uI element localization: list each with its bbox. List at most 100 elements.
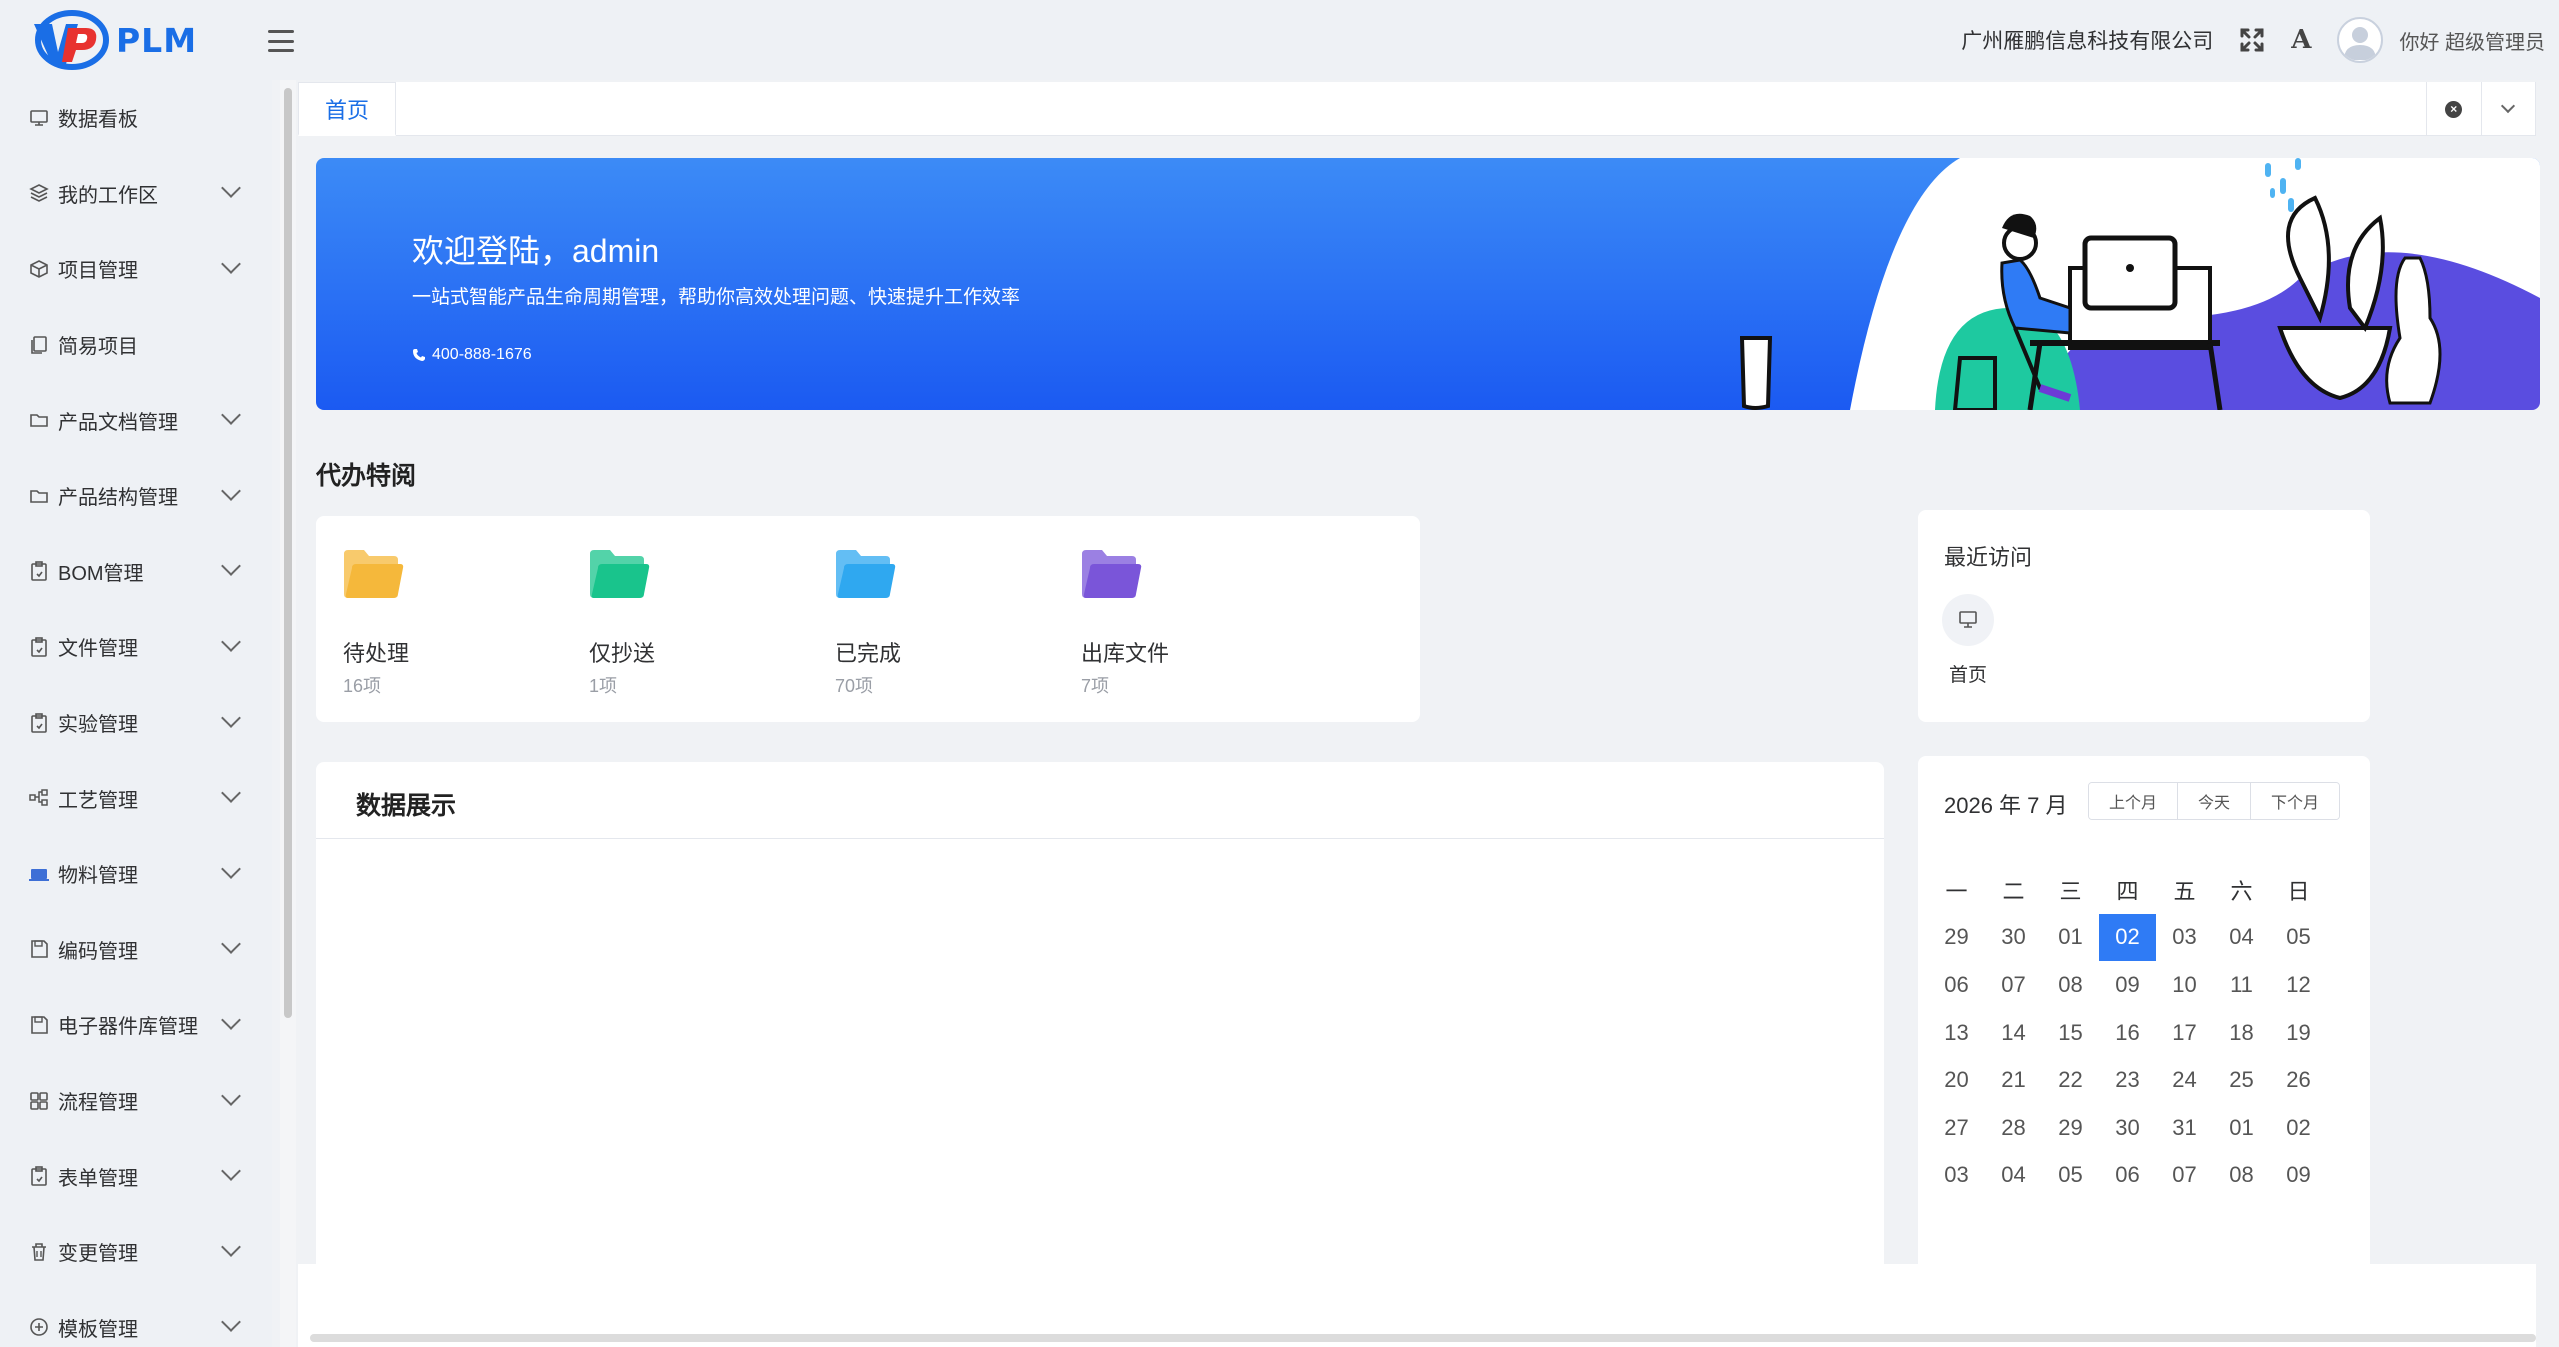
fullscreen-icon[interactable] bbox=[2239, 27, 2265, 53]
divider bbox=[316, 838, 1884, 839]
sidebar-scrollbar[interactable] bbox=[284, 88, 292, 1018]
todo-section-title: 代办特阅 bbox=[316, 462, 417, 490]
calendar-day[interactable]: 12 bbox=[2270, 961, 2327, 1009]
calendar-day[interactable]: 21 bbox=[1985, 1056, 2042, 1104]
menu-toggle-icon[interactable] bbox=[268, 30, 294, 52]
sidebar-item-0[interactable]: 数据看板 bbox=[0, 80, 272, 156]
tab-home[interactable]: 首页 bbox=[298, 82, 396, 136]
calendar-day[interactable]: 05 bbox=[2042, 1152, 2099, 1200]
user-greeting[interactable]: 你好 超级管理员 bbox=[2399, 26, 2545, 55]
calendar-day[interactable]: 07 bbox=[1985, 961, 2042, 1009]
prev-month-button[interactable]: 上个月 bbox=[2089, 783, 2179, 819]
close-tabs-button[interactable]: × bbox=[2427, 82, 2482, 136]
sidebar-item-10[interactable]: 物料管理 bbox=[0, 836, 272, 912]
calendar-day[interactable]: 31 bbox=[2156, 1104, 2213, 1152]
calendar-day[interactable]: 14 bbox=[1985, 1009, 2042, 1057]
chevron-down-icon bbox=[221, 858, 241, 879]
calendar-day[interactable]: 17 bbox=[2156, 1009, 2213, 1057]
horizontal-scrollbar[interactable] bbox=[310, 1334, 2536, 1342]
calendar-day[interactable]: 07 bbox=[2156, 1152, 2213, 1200]
calendar-day[interactable]: 05 bbox=[2270, 914, 2327, 962]
calendar-day[interactable]: 02 bbox=[2270, 1104, 2327, 1152]
sidebar-item-13[interactable]: 流程管理 bbox=[0, 1063, 272, 1139]
calendar-day[interactable]: 26 bbox=[2270, 1056, 2327, 1104]
calendar-day[interactable]: 16 bbox=[2099, 1009, 2156, 1057]
app-logo[interactable]: PLM bbox=[28, 6, 197, 74]
folder-icon bbox=[836, 550, 896, 598]
recent-item-home[interactable] bbox=[1942, 594, 1994, 646]
calendar-day[interactable]: 22 bbox=[2042, 1056, 2099, 1104]
todo-card-label: 出库文件 bbox=[1081, 641, 1170, 666]
calendar-day[interactable]: 10 bbox=[2156, 961, 2213, 1009]
calendar-day[interactable]: 03 bbox=[2156, 914, 2213, 962]
sidebar-item-label: 数据看板 bbox=[58, 109, 138, 132]
calendar-day[interactable]: 24 bbox=[2156, 1056, 2213, 1104]
calendar-day[interactable]: 29 bbox=[2042, 1104, 2099, 1152]
sidebar-item-9[interactable]: 工艺管理 bbox=[0, 760, 272, 836]
calendar-day[interactable]: 09 bbox=[2099, 961, 2156, 1009]
sidebar-item-7[interactable]: 文件管理 bbox=[0, 609, 272, 685]
calendar-day[interactable]: 08 bbox=[2213, 1152, 2270, 1200]
sidebar-item-4[interactable]: 产品文档管理 bbox=[0, 382, 272, 458]
calendar-day[interactable]: 01 bbox=[2042, 914, 2099, 962]
chevron-down-icon bbox=[221, 632, 241, 652]
clipboard-icon bbox=[28, 1165, 50, 1187]
calendar-day[interactable]: 02 bbox=[2099, 913, 2156, 962]
calendar-nav: 上个月 今天 下个月 bbox=[2088, 782, 2341, 820]
calendar-day[interactable]: 20 bbox=[1928, 1056, 1985, 1104]
calendar-day[interactable]: 29 bbox=[1928, 914, 1985, 962]
calendar-day[interactable]: 30 bbox=[1985, 914, 2042, 962]
chevron-down-icon bbox=[221, 254, 241, 274]
calendar-day[interactable]: 28 bbox=[1985, 1104, 2042, 1152]
avatar[interactable] bbox=[2337, 17, 2384, 63]
calendar-day[interactable]: 27 bbox=[1928, 1104, 1985, 1152]
sidebar-item-8[interactable]: 实验管理 bbox=[0, 685, 272, 761]
tab-menu-button[interactable] bbox=[2482, 82, 2536, 136]
todo-card-count: 16项 bbox=[343, 676, 382, 696]
calendar-day[interactable]: 30 bbox=[2099, 1104, 2156, 1152]
recent-item-label[interactable]: 首页 bbox=[1949, 660, 1987, 687]
calendar-day-number: 05 bbox=[2058, 1162, 2083, 1188]
calendar-day[interactable]: 01 bbox=[2213, 1104, 2270, 1152]
sidebar-item-12[interactable]: 电子器件库管理 bbox=[0, 987, 272, 1063]
calendar-day[interactable]: 11 bbox=[2213, 961, 2270, 1009]
calendar-day[interactable]: 25 bbox=[2213, 1056, 2270, 1104]
chevron-down-icon bbox=[221, 556, 241, 577]
save-icon bbox=[28, 938, 50, 960]
today-button[interactable]: 今天 bbox=[2178, 783, 2252, 819]
calendar-day[interactable]: 23 bbox=[2099, 1056, 2156, 1104]
sidebar-item-15[interactable]: 变更管理 bbox=[0, 1214, 272, 1290]
calendar-day[interactable]: 04 bbox=[1985, 1152, 2042, 1200]
calendar-day-number: 30 bbox=[2001, 924, 2026, 950]
calendar-day[interactable]: 15 bbox=[2042, 1009, 2099, 1057]
calendar-week-row: 27 28 29 30 31 01 02 bbox=[1928, 1104, 2328, 1152]
sidebar-item-2[interactable]: 项目管理 bbox=[0, 231, 272, 307]
sidebar-item-14[interactable]: 表单管理 bbox=[0, 1138, 272, 1214]
calendar-day[interactable]: 08 bbox=[2042, 961, 2099, 1009]
plus-circle-icon bbox=[28, 1316, 50, 1338]
calendar-day-number: 30 bbox=[2115, 1114, 2140, 1140]
calendar-day[interactable]: 03 bbox=[1928, 1152, 1985, 1200]
todo-card-3[interactable]: 出库文件 7项 bbox=[1054, 516, 1420, 722]
data-display-panel: 数据展示 bbox=[316, 762, 1884, 1347]
sidebar-item-6[interactable]: BOM管理 bbox=[0, 534, 272, 610]
sidebar-item-11[interactable]: 编码管理 bbox=[0, 912, 272, 988]
calendar-day[interactable]: 09 bbox=[2270, 1152, 2327, 1200]
font-size-icon[interactable]: A bbox=[2291, 25, 2311, 55]
calendar-day[interactable]: 13 bbox=[1928, 1009, 1985, 1057]
chevron-down-icon bbox=[2501, 98, 2516, 114]
recent-visits-panel: 最近访问 首页 bbox=[1918, 510, 2370, 722]
sidebar-item-3[interactable]: 简易项目 bbox=[0, 307, 272, 383]
phone-icon bbox=[413, 349, 425, 361]
sidebar-item-5[interactable]: 产品结构管理 bbox=[0, 458, 272, 534]
office-illustration bbox=[1740, 158, 2540, 410]
calendar-day[interactable]: 18 bbox=[2213, 1009, 2270, 1057]
calendar-day[interactable]: 06 bbox=[1928, 961, 1985, 1009]
calendar-day[interactable]: 06 bbox=[2099, 1152, 2156, 1200]
calendar-day[interactable]: 19 bbox=[2270, 1009, 2327, 1057]
calendar-day[interactable]: 04 bbox=[2213, 914, 2270, 962]
calendar-grid: 一二三四五六日 29 30 01 02 03 04 05 06 07 08 09 10 11 12 13 14 1… bbox=[1928, 866, 2328, 1199]
sidebar-item-16[interactable]: 模板管理 bbox=[0, 1290, 272, 1347]
sidebar-item-1[interactable]: 我的工作区 bbox=[0, 156, 272, 232]
next-month-button[interactable]: 下个月 bbox=[2251, 783, 2340, 819]
